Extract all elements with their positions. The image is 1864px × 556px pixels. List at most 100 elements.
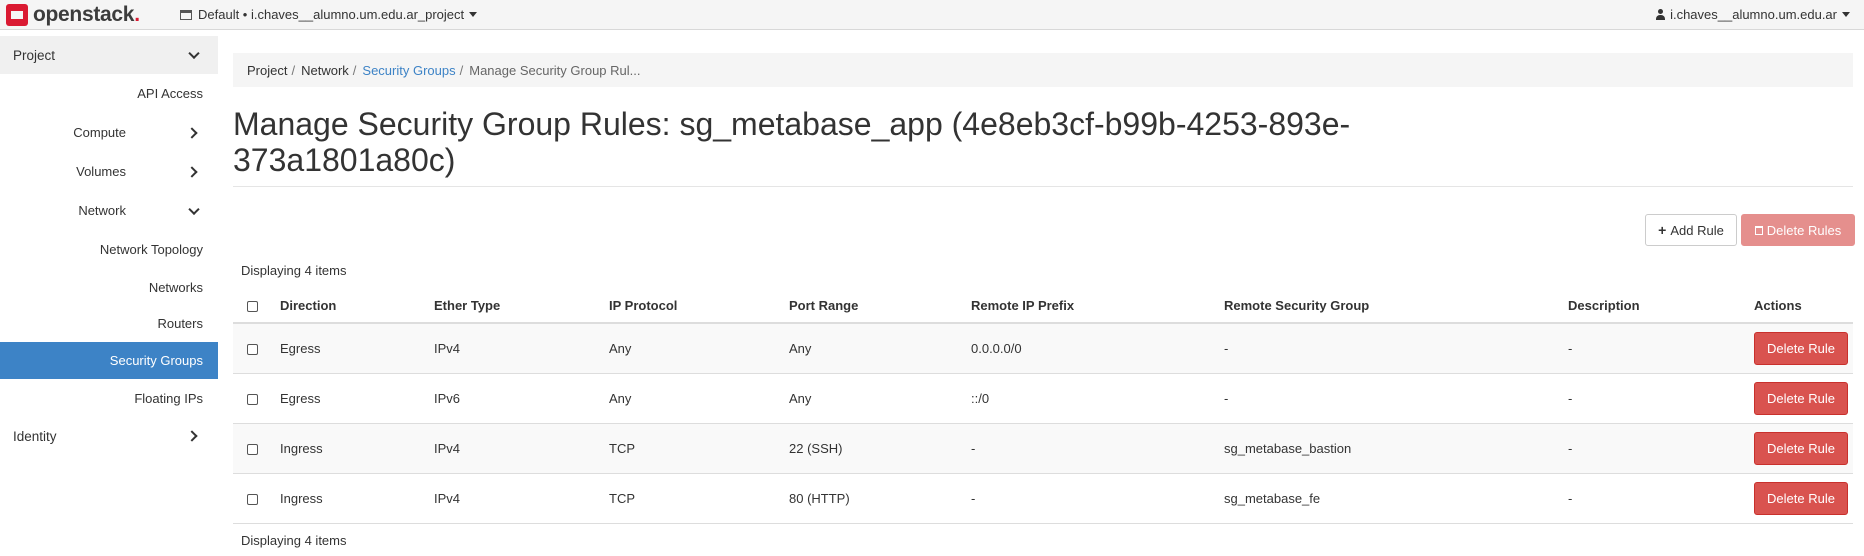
delete-rule-button[interactable]: Delete Rule	[1754, 381, 1848, 415]
table-row: Egress IPv6 Any Any ::/0 - - Delete Rule	[233, 373, 1853, 424]
table-header-row: Direction Ether Type IP Protocol Port Ra…	[233, 289, 1853, 324]
user-menu-label: i.chaves__alumno.um.edu.ar	[1670, 7, 1837, 22]
breadcrumb-security-groups-link[interactable]: Security Groups	[362, 63, 455, 78]
cell-description: -	[1568, 423, 1754, 474]
cell-ether-type: IPv4	[434, 473, 609, 524]
chevron-right-icon	[186, 126, 198, 139]
delete-rule-button[interactable]: Delete Rule	[1754, 481, 1848, 515]
delete-rules-button[interactable]: Delete Rules	[1741, 214, 1855, 246]
cell-port-range: Any	[789, 373, 971, 424]
cell-ether-type: IPv4	[434, 423, 609, 474]
cell-ip-protocol: TCP	[609, 423, 789, 474]
project-picker[interactable]: Default • i.chaves__alumno.um.edu.ar_pro…	[180, 7, 478, 22]
cell-remote-ip-prefix: ::/0	[971, 373, 1224, 424]
openstack-logo[interactable]: openstack.	[6, 3, 140, 27]
cell-description: -	[1568, 473, 1754, 524]
cell-ether-type: IPv4	[434, 323, 609, 374]
sidebar-item-label: Networks	[148, 279, 203, 295]
table-row: Egress IPv4 Any Any 0.0.0.0/0 - - Delete…	[233, 323, 1853, 374]
user-menu[interactable]: i.chaves__alumno.um.edu.ar	[1656, 7, 1850, 22]
sidebar-item-volumes[interactable]: Volumes	[0, 152, 218, 191]
row-checkbox[interactable]	[247, 493, 258, 505]
sidebar-item-label: Network	[78, 203, 126, 218]
cell-remote-ip-prefix: -	[971, 473, 1224, 524]
cell-port-range: 22 (SSH)	[789, 423, 971, 474]
column-header[interactable]: Direction	[280, 289, 434, 324]
cell-remote-ip-prefix: 0.0.0.0/0	[971, 323, 1224, 374]
select-all-checkbox[interactable]	[247, 301, 258, 313]
sidebar: Project API Access Compute Volumes Netwo…	[0, 36, 218, 455]
delete-rule-button[interactable]: Delete Rule	[1754, 331, 1848, 365]
sidebar-item-label: Compute	[73, 125, 126, 140]
column-header: Actions	[1754, 289, 1853, 324]
cell-port-range: Any	[789, 323, 971, 374]
column-header[interactable]: IP Protocol	[609, 289, 789, 324]
cell-description: -	[1568, 323, 1754, 374]
column-header[interactable]: Remote IP Prefix	[971, 289, 1224, 324]
chevron-right-icon	[186, 165, 198, 178]
cell-remote-ip-prefix: -	[971, 423, 1224, 474]
breadcrumb-project: Project	[247, 62, 288, 78]
sidebar-item-floating-ips[interactable]: Floating IPs	[0, 379, 218, 417]
breadcrumb-network: Network	[301, 62, 349, 78]
top-navbar: openstack. Default • i.chaves__alumno.um…	[0, 0, 1864, 30]
trash-icon	[1754, 225, 1763, 235]
brand-name: openstack	[33, 3, 135, 26]
sidebar-item-network[interactable]: Network	[0, 191, 218, 230]
table-row: Ingress IPv4 TCP 22 (SSH) - sg_metabase_…	[233, 423, 1853, 474]
sidebar-item-routers[interactable]: Routers	[0, 305, 218, 342]
column-header[interactable]: Remote Security Group	[1224, 289, 1568, 324]
sidebar-item-network-topology[interactable]: Network Topology	[0, 230, 218, 269]
cell-direction: Egress	[280, 323, 434, 374]
plus-icon: +	[1658, 222, 1667, 238]
column-header[interactable]: Ether Type	[434, 289, 609, 324]
openstack-logo-icon	[6, 4, 28, 26]
cell-ip-protocol: Any	[609, 373, 789, 424]
chevron-right-icon	[186, 430, 198, 442]
cell-direction: Ingress	[280, 473, 434, 524]
delete-rules-label: Delete Rules	[1766, 222, 1842, 238]
project-picker-label: Default • i.chaves__alumno.um.edu.ar_pro…	[198, 7, 465, 22]
sidebar-item-label: Identity	[13, 428, 57, 444]
column-header[interactable]: Port Range	[789, 289, 971, 324]
sidebar-item-identity[interactable]: Identity	[0, 417, 218, 455]
add-rule-button[interactable]: + Add Rule	[1645, 214, 1737, 246]
cell-description: -	[1568, 373, 1754, 424]
cell-port-range: 80 (HTTP)	[789, 473, 971, 524]
sidebar-item-networks[interactable]: Networks	[0, 269, 218, 305]
cell-direction: Ingress	[280, 423, 434, 474]
row-checkbox[interactable]	[247, 443, 258, 455]
column-header[interactable]: Description	[1568, 289, 1754, 324]
sidebar-item-label: Security Groups	[109, 353, 203, 368]
add-rule-label: Add Rule	[1670, 222, 1724, 238]
cell-remote-security-group: sg_metabase_fe	[1224, 473, 1568, 524]
sidebar-item-project[interactable]: Project	[0, 36, 218, 74]
table-row: Ingress IPv4 TCP 80 (HTTP) - sg_metabase…	[233, 473, 1853, 524]
delete-rule-button[interactable]: Delete Rule	[1754, 431, 1848, 465]
cell-direction: Egress	[280, 373, 434, 424]
sidebar-item-label: Network Topology	[99, 242, 203, 257]
cell-remote-security-group: -	[1224, 323, 1568, 374]
cell-remote-security-group: sg_metabase_bastion	[1224, 423, 1568, 474]
row-checkbox[interactable]	[247, 393, 258, 405]
caret-down-icon	[469, 12, 478, 17]
cell-ether-type: IPv6	[434, 373, 609, 424]
brand-dot: .	[134, 3, 140, 26]
project-icon	[180, 9, 192, 20]
sidebar-item-security-groups[interactable]: Security Groups	[0, 342, 218, 379]
sidebar-item-compute[interactable]: Compute	[0, 113, 218, 152]
cell-ip-protocol: Any	[609, 323, 789, 374]
sidebar-item-api-access[interactable]: API Access	[0, 74, 218, 113]
rules-table: Direction Ether Type IP Protocol Port Ra…	[233, 289, 1853, 524]
sidebar-item-label: Floating IPs	[134, 390, 203, 406]
sidebar-item-label: API Access	[137, 86, 203, 101]
breadcrumb: Project / Network / Security Groups / Manag…	[233, 53, 1853, 87]
sidebar-item-label: Project	[13, 47, 56, 63]
divider	[233, 186, 1853, 187]
row-checkbox[interactable]	[247, 343, 258, 355]
item-count-bottom: Displaying 4 items	[241, 533, 347, 548]
chevron-down-icon	[188, 47, 200, 60]
page-title: Manage Security Group Rules: sg_metabase…	[233, 106, 1351, 178]
sidebar-item-label: Routers	[157, 316, 203, 331]
cell-remote-security-group: -	[1224, 373, 1568, 424]
